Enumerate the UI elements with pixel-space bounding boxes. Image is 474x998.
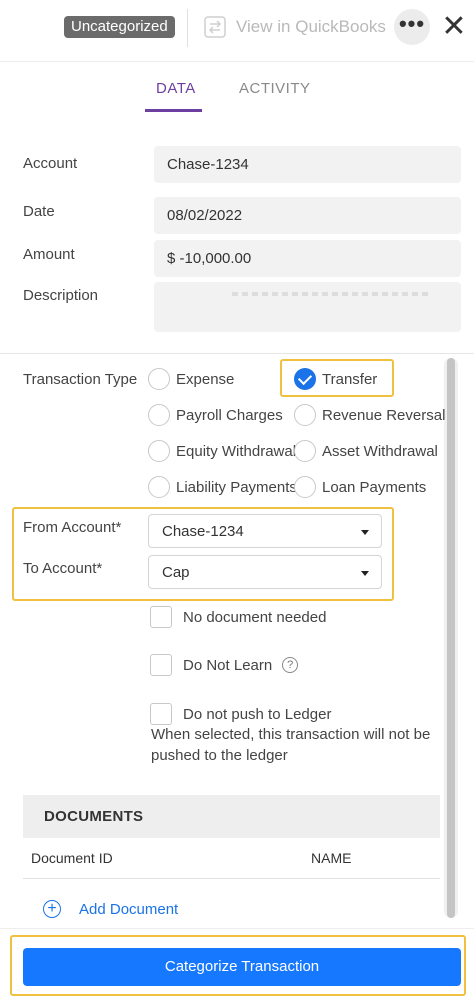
- transfer-highlight-box: [280, 359, 394, 397]
- add-document-label: Add Document: [79, 900, 179, 918]
- date-value: 08/02/2022: [167, 207, 243, 224]
- radio-label: Liability Payments: [176, 478, 297, 496]
- top-bar: Uncategorized View in QuickBooks ••• ✕: [0, 0, 474, 62]
- amount-label: Amount: [23, 246, 75, 263]
- more-horizontal-icon: •••: [398, 11, 426, 36]
- radio-label: Equity Withdrawal: [176, 442, 297, 460]
- do-not-learn-option[interactable]: Do Not Learn ?: [150, 654, 299, 676]
- active-tab-indicator: [145, 109, 202, 112]
- radio-option-loan-payments[interactable]: Loan Payments: [294, 475, 426, 499]
- radio-button[interactable]: [294, 404, 316, 426]
- section-divider: [0, 353, 474, 354]
- radio-button[interactable]: [148, 368, 170, 390]
- radio-button[interactable]: [148, 476, 170, 498]
- help-icon[interactable]: ?: [282, 657, 299, 673]
- add-document-button[interactable]: + Add Document: [43, 900, 178, 918]
- radio-label: Asset Withdrawal: [322, 442, 438, 460]
- radio-button[interactable]: [148, 440, 170, 462]
- status-badge: Uncategorized: [64, 16, 175, 38]
- from-account-label: From Account*: [23, 519, 122, 536]
- caret-down-icon: [361, 530, 369, 535]
- description-label: Description: [23, 287, 99, 304]
- do-not-push-option[interactable]: Do not push to Ledger: [150, 703, 331, 725]
- from-account-value: Chase-1234: [162, 522, 244, 540]
- scrollbar-track[interactable]: [444, 358, 458, 918]
- caret-down-icon: [361, 571, 369, 576]
- tab-data[interactable]: DATA: [156, 80, 196, 97]
- account-label: Account: [23, 155, 78, 172]
- column-document-id: Document ID: [31, 850, 113, 866]
- radio-option-liability-payments[interactable]: Liability Payments: [148, 475, 297, 499]
- checkbox[interactable]: [150, 606, 172, 628]
- radio-option-payroll-charges[interactable]: Payroll Charges: [148, 403, 283, 427]
- amount-field: $ -10,000.00: [154, 240, 461, 277]
- radio-label: Revenue Reversal: [322, 406, 446, 424]
- radio-label: Payroll Charges: [176, 406, 283, 424]
- radio-option-revenue-reversal[interactable]: Revenue Reversal: [294, 403, 445, 427]
- account-value: Chase-1234: [167, 156, 249, 173]
- quickbooks-icon[interactable]: [204, 16, 226, 38]
- from-account-select[interactable]: Chase-1234: [148, 514, 382, 548]
- transaction-type-label: Transaction Type: [23, 371, 138, 388]
- radio-label: Expense: [176, 370, 235, 388]
- close-button[interactable]: ✕: [440, 12, 468, 42]
- push-note-text: When selected, this transaction will not…: [151, 726, 431, 764]
- close-icon: ✕: [441, 10, 467, 43]
- description-blurred-text: [232, 292, 432, 296]
- date-label: Date: [23, 203, 55, 220]
- scrollbar-thumb[interactable]: [447, 358, 455, 918]
- documents-header: DOCUMENTS: [23, 795, 440, 838]
- plus-circle-icon: +: [43, 900, 61, 918]
- to-account-label: To Account*: [23, 560, 103, 577]
- tab-activity[interactable]: ACTIVITY: [239, 80, 311, 97]
- header-divider: [187, 9, 188, 47]
- checkbox[interactable]: [150, 654, 172, 676]
- view-in-quickbooks-link[interactable]: View in QuickBooks: [236, 17, 386, 37]
- radio-option-expense[interactable]: Expense: [148, 367, 234, 391]
- to-account-select[interactable]: Cap: [148, 555, 382, 589]
- radio-label: Loan Payments: [322, 478, 427, 496]
- description-field: [154, 282, 461, 332]
- checkbox-label: Do not push to Ledger: [183, 705, 332, 723]
- radio-button[interactable]: [294, 476, 316, 498]
- checkbox[interactable]: [150, 703, 172, 725]
- radio-option-equity-withdrawal[interactable]: Equity Withdrawal: [148, 439, 296, 463]
- documents-table-header: Document ID NAME: [23, 838, 440, 879]
- more-options-button[interactable]: •••: [394, 9, 430, 45]
- amount-value: $ -10,000.00: [167, 250, 252, 267]
- radio-button[interactable]: [294, 440, 316, 462]
- date-field: 08/02/2022: [154, 197, 461, 234]
- to-account-value: Cap: [162, 563, 190, 581]
- checkbox-label: No document needed: [183, 608, 327, 626]
- column-name: NAME: [311, 850, 352, 866]
- radio-button[interactable]: [148, 404, 170, 426]
- checkbox-label: Do Not Learn: [183, 656, 273, 674]
- no-document-needed-option[interactable]: No document needed: [150, 606, 326, 628]
- categorize-transaction-button[interactable]: Categorize Transaction: [23, 948, 461, 986]
- account-field: Chase-1234: [154, 146, 461, 183]
- radio-option-asset-withdrawal[interactable]: Asset Withdrawal: [294, 439, 438, 463]
